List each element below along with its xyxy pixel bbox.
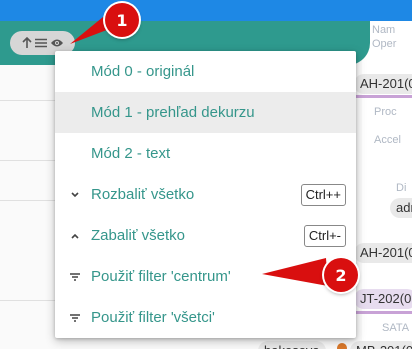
shortcut-badge: Ctrl+-	[303, 224, 346, 247]
background-tag: adr	[390, 198, 412, 218]
filter-icon	[67, 310, 83, 326]
filter-icon	[67, 269, 83, 285]
menu-item-mode-2[interactable]: Mód 2 - text	[55, 133, 356, 174]
chevron-down-icon	[67, 187, 83, 203]
background-tag: JT-202(0	[354, 289, 412, 309]
menu-item-filter-centrum[interactable]: Použiť filter 'centrum'	[55, 256, 356, 297]
menu-item-label: Použiť filter 'centrum'	[91, 268, 231, 285]
background-text: Oper	[372, 38, 397, 50]
top-app-bar	[0, 0, 412, 21]
background-text: Nam	[372, 24, 396, 36]
list-lines-icon	[34, 38, 47, 48]
annotation-badge-2: 2	[324, 258, 358, 292]
list-divider	[0, 300, 56, 301]
eye-icon	[50, 38, 64, 48]
list-divider	[0, 200, 56, 201]
background-bar	[356, 311, 412, 314]
view-mode-menu: Mód 0 - originál Mód 1 - prehľad dekurzu…	[55, 51, 356, 338]
background-text: Di	[396, 182, 407, 194]
menu-item-collapse-all[interactable]: Zabaliť všetko Ctrl+-	[55, 215, 356, 256]
list-divider	[0, 160, 56, 161]
menu-item-filter-all[interactable]: Použiť filter 'všetci'	[55, 297, 356, 338]
status-dot	[337, 343, 347, 349]
annotation-badge-1: 1	[105, 3, 139, 37]
background-tag: MB-201(0	[350, 341, 412, 349]
chevron-up-icon	[67, 228, 83, 244]
background-tag: bakesova	[258, 341, 326, 349]
menu-item-label: Mód 1 - prehľad dekurzu	[91, 104, 255, 121]
background-tag: AH-201(0	[354, 243, 412, 263]
menu-item-label: Mód 0 - originál	[91, 63, 195, 80]
menu-item-mode-0[interactable]: Mód 0 - originál	[55, 51, 356, 92]
menu-item-label: Použiť filter 'všetci'	[91, 309, 215, 326]
shortcut-badge: Ctrl++	[300, 183, 346, 206]
list-divider	[0, 100, 56, 101]
background-text: Accel	[374, 134, 401, 146]
background-bar	[356, 95, 412, 98]
background-text: SATA	[382, 322, 410, 334]
background-tag: AH-201(0	[354, 74, 412, 94]
background-text: Proc	[374, 106, 397, 118]
app-screen: Nam Oper Proc Accel Di SATA AH-201(0 adr…	[0, 0, 412, 349]
arrow-up-icon	[21, 37, 32, 49]
menu-item-label: Rozbaliť všetko	[91, 186, 195, 203]
menu-item-label: Mód 2 - text	[91, 145, 171, 162]
menu-item-expand-all[interactable]: Rozbaliť všetko Ctrl++	[55, 174, 356, 215]
menu-item-label: Zabaliť všetko	[91, 227, 185, 244]
right-panel-header	[362, 0, 412, 21]
menu-item-mode-1[interactable]: Mód 1 - prehľad dekurzu	[55, 92, 356, 133]
